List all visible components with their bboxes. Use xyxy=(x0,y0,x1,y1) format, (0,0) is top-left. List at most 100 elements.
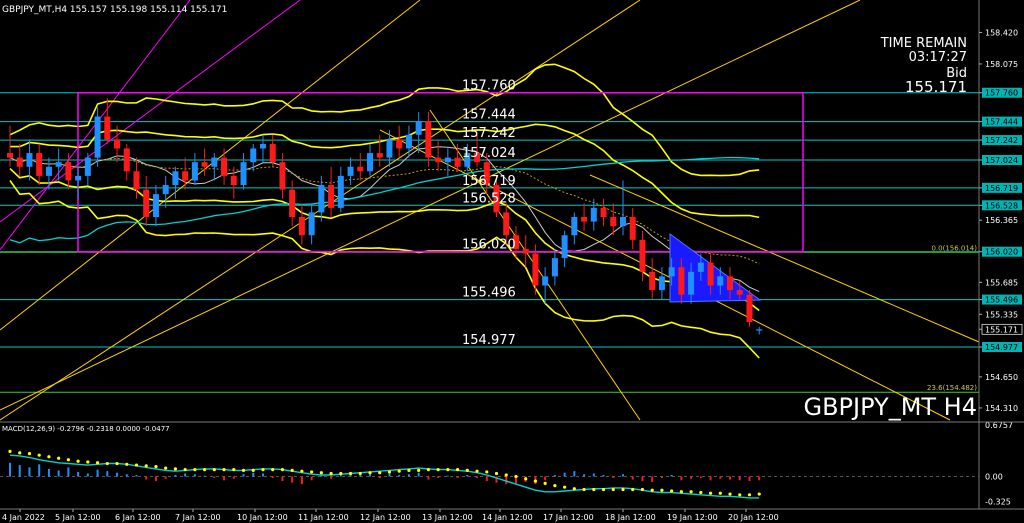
candle-body xyxy=(7,153,13,158)
macd-signal-dot xyxy=(378,471,382,475)
short-ma-line xyxy=(9,146,760,293)
candle-body xyxy=(84,157,91,176)
candle xyxy=(152,185,159,227)
macd-signal-dot xyxy=(621,487,625,492)
candle-body xyxy=(522,248,529,254)
candle-body xyxy=(639,239,646,272)
candle-body xyxy=(756,329,763,331)
candle xyxy=(269,134,276,167)
time-label: 12 Jan 12:00 xyxy=(360,513,411,522)
candle xyxy=(357,153,364,181)
candle xyxy=(756,326,763,335)
macd-signal-dot xyxy=(738,493,742,497)
macd-signal-dot xyxy=(514,474,518,479)
macd-signal-dot xyxy=(173,467,178,471)
macd-signal-dot xyxy=(494,471,499,476)
price-tick-label: 155.335 xyxy=(985,310,1018,319)
candle xyxy=(143,175,150,227)
candle-body xyxy=(376,153,383,158)
candle-body xyxy=(678,267,685,295)
candle-body xyxy=(152,194,159,217)
candle-body xyxy=(36,153,43,176)
macd-signal-dot xyxy=(553,484,557,488)
macd-signal-dot xyxy=(154,464,158,469)
macd-signal-dot xyxy=(134,463,139,467)
price-tick-label: 158.075 xyxy=(985,60,1018,69)
candle-body xyxy=(697,262,704,272)
macd-signal-dot xyxy=(611,487,615,492)
time-label: 14 Jan 12:00 xyxy=(482,513,533,522)
candle xyxy=(308,203,315,245)
candle-body xyxy=(619,217,626,227)
candle xyxy=(26,139,33,181)
candle-body xyxy=(143,189,150,217)
candle-body xyxy=(707,262,714,286)
macd-signal-dot xyxy=(18,451,22,455)
candle xyxy=(396,125,403,158)
candle-body xyxy=(65,162,72,181)
candle-body xyxy=(240,162,247,186)
macd-signal-dot xyxy=(465,468,469,473)
macd-signal-dot xyxy=(543,481,547,485)
candle-body xyxy=(658,276,665,291)
macd-signal-dot xyxy=(592,487,596,492)
macd-signal-dot xyxy=(689,490,693,494)
macd-tick-label: -0.325 xyxy=(985,497,1011,506)
macd-signal-dot xyxy=(241,468,246,473)
macd-signal-dot xyxy=(670,489,674,493)
time-label: 19 Jan 12:00 xyxy=(667,513,718,522)
candle-body xyxy=(727,276,734,291)
candle-body xyxy=(45,166,52,176)
candle-body xyxy=(114,139,121,149)
macd-signal-dot xyxy=(27,452,32,456)
level-label: 156.528 xyxy=(462,191,516,206)
candle xyxy=(600,198,607,227)
candle xyxy=(376,134,383,167)
candle-body xyxy=(746,294,753,323)
macd-signal-dot xyxy=(164,466,168,470)
macd-signal-dot xyxy=(631,487,635,492)
time-label: 11 Jan 12:00 xyxy=(298,513,349,522)
candle-body xyxy=(75,175,82,181)
macd-signal-dot xyxy=(232,468,236,472)
candle xyxy=(542,267,549,304)
candle xyxy=(191,153,198,186)
time-remain-label: TIME REMAIN xyxy=(880,36,967,51)
fibo-levels: 0.0(156.014) 23.6(154.482) xyxy=(0,244,979,393)
candle-body xyxy=(191,162,198,181)
candle xyxy=(65,153,72,190)
moving-averages xyxy=(9,146,760,293)
time-label: 13 Jan 12:00 xyxy=(422,513,473,522)
price-tick-label: 157.444 xyxy=(985,118,1018,127)
macd-signal-dot xyxy=(533,479,538,483)
bollinger-upper-inner xyxy=(10,123,760,219)
level-label: 157.760 xyxy=(462,79,516,94)
candle-body xyxy=(230,175,237,186)
price-tick-label: 157.242 xyxy=(985,136,1018,145)
time-label: 17 Jan 12:00 xyxy=(543,513,594,522)
candle xyxy=(123,143,130,181)
candle xyxy=(328,166,335,217)
macd-signal-dot xyxy=(582,487,586,492)
price-chart[interactable]: 0.0(156.014) 23.6(154.482) 157.760 157.444… xyxy=(0,0,1024,523)
price-tick-label: 154.977 xyxy=(985,343,1018,352)
macd-signal-dot xyxy=(271,468,275,472)
long-ma-line xyxy=(9,156,760,244)
candle xyxy=(318,175,325,222)
candle-body xyxy=(503,212,510,236)
candle xyxy=(649,258,656,300)
candle-body xyxy=(542,276,549,286)
candle xyxy=(347,157,354,186)
candle xyxy=(84,153,91,186)
time-axis: 4 Jan 2022 5 Jan 12:00 6 Jan 12:00 7 Jan 12… xyxy=(2,509,779,522)
macd-signal-dot xyxy=(436,468,440,472)
time-label: 10 Jan 12:00 xyxy=(237,513,288,522)
macd-signal-dot xyxy=(183,468,187,472)
candle-body xyxy=(610,217,617,227)
macd-signal-dot xyxy=(563,485,567,489)
candle xyxy=(162,175,169,208)
candle xyxy=(522,235,529,268)
candle-body xyxy=(551,258,558,277)
macd-signal-dot xyxy=(417,468,421,473)
symbol-watermark: GBPJPY_MT H4 xyxy=(803,393,977,421)
